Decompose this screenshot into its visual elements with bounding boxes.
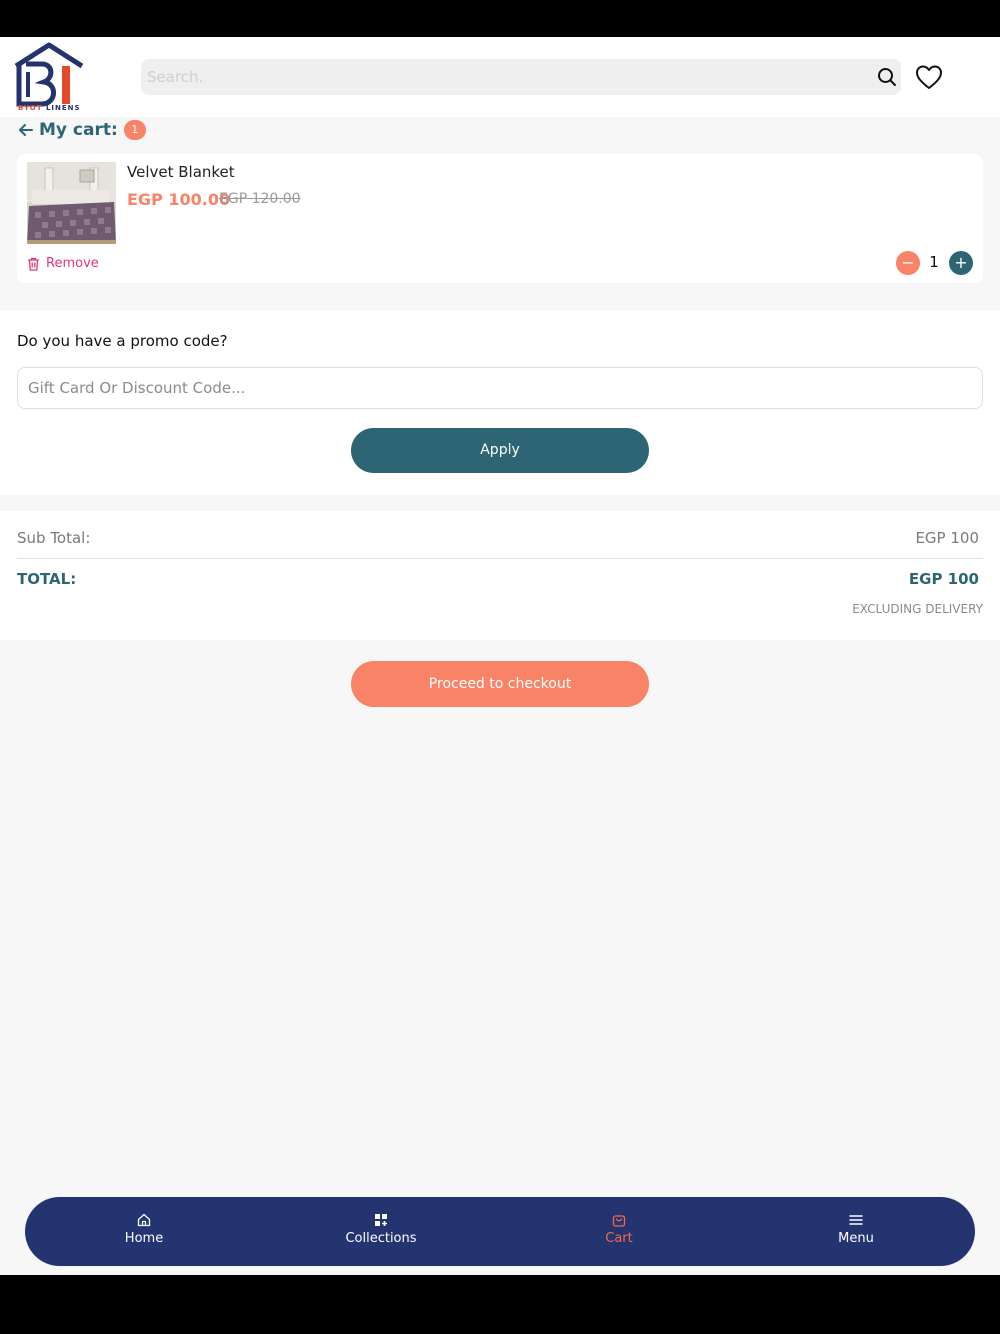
nav-item-home[interactable]: Home: [84, 1197, 204, 1266]
brand-word-1: BYOT: [18, 104, 43, 112]
cart-item-card: Velvet Blanket EGP 100.00 EGP 120.00 Rem…: [17, 154, 983, 283]
cart-heading: My cart: 1: [17, 119, 146, 141]
increase-quantity-button[interactable]: +: [949, 251, 973, 275]
home-indicator-bar: [0, 1275, 1000, 1334]
remove-button[interactable]: Remove: [27, 256, 99, 271]
nav-label-collections: Collections: [345, 1231, 417, 1246]
nav-item-collections[interactable]: Collections: [321, 1197, 441, 1266]
home-icon: [137, 1213, 151, 1227]
search-icon[interactable]: [877, 67, 897, 87]
sub-total-value: EGP 100: [915, 529, 979, 547]
apply-button[interactable]: Apply: [351, 428, 649, 473]
quantity-value: 1: [929, 253, 939, 271]
cart-screen: BYOT LINENS My cart: 1: [0, 37, 1000, 1275]
bottom-nav: Home Collections Cart Menu: [25, 1197, 975, 1266]
nav-label-cart: Cart: [605, 1231, 633, 1246]
delivery-note: EXCLUDING DELIVERY: [852, 602, 983, 616]
total-value: EGP 100: [908, 570, 979, 588]
menu-icon: [849, 1215, 863, 1225]
back-arrow-icon[interactable]: [17, 121, 35, 139]
product-price: EGP 100.00: [127, 190, 231, 209]
page-title: My cart:: [39, 120, 118, 140]
promo-question: Do you have a promo code?: [17, 332, 228, 350]
search-bar: [141, 59, 901, 95]
nav-label-home: Home: [124, 1231, 164, 1246]
nav-item-cart[interactable]: Cart: [559, 1197, 679, 1266]
product-image[interactable]: [27, 162, 116, 244]
brand-word-2: LINENS: [45, 104, 81, 112]
bag-icon: [612, 1215, 626, 1227]
search-input[interactable]: [147, 59, 847, 95]
product-old-price: EGP 120.00: [219, 191, 301, 207]
cart-count-badge: 1: [123, 120, 146, 140]
grid-icon: [375, 1214, 387, 1226]
trash-icon: [28, 257, 39, 271]
app-header: BYOT LINENS: [0, 37, 1000, 117]
promo-section: Do you have a promo code? Apply: [0, 310, 1000, 495]
remove-label: Remove: [46, 256, 99, 271]
nav-item-menu[interactable]: Menu: [796, 1197, 916, 1266]
decrease-quantity-button[interactable]: −: [896, 251, 920, 275]
total-label: TOTAL:: [17, 570, 77, 588]
totals-section: Sub Total: EGP 100 TOTAL: EGP 100 EXCLUD…: [0, 511, 1000, 640]
brand-wordmark: BYOT LINENS: [18, 104, 81, 112]
heart-icon[interactable]: [915, 64, 943, 90]
product-name[interactable]: Velvet Blanket: [127, 163, 235, 181]
nav-label-menu: Menu: [838, 1231, 874, 1246]
promo-code-input[interactable]: [17, 367, 983, 409]
status-bar: [0, 0, 1000, 37]
totals-divider: [17, 558, 983, 559]
proceed-to-checkout-button[interactable]: Proceed to checkout: [351, 661, 649, 707]
sub-total-label: Sub Total:: [17, 529, 91, 547]
